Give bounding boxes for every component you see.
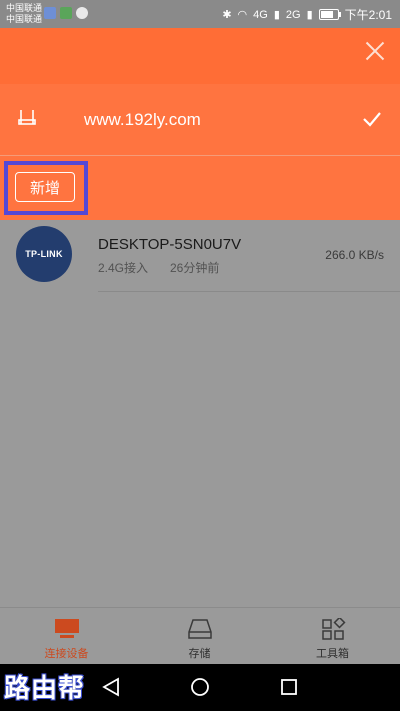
status-right: ✱ ◠ 4G ▮ 2G ▮ 下午2:01 xyxy=(222,6,392,23)
tab-label-storage: 存储 xyxy=(188,648,211,660)
back-icon[interactable] xyxy=(100,676,122,698)
list-divider xyxy=(98,291,400,292)
notification-icons xyxy=(44,7,88,19)
watermark-logo: 路由帮 xyxy=(4,673,86,703)
system-nav-bar: 路由帮 xyxy=(0,664,400,711)
device-connected-time: 26分钟前 xyxy=(170,261,220,275)
monitor-icon xyxy=(54,618,80,640)
panel-header xyxy=(0,28,400,84)
tab-storage[interactable]: 存储 xyxy=(133,608,266,665)
wifi-signal-icon: ◠ xyxy=(237,9,248,21)
tab-label-devices: 连接设备 xyxy=(44,648,89,660)
device-name: DESKTOP-5SN0U7V xyxy=(98,236,242,253)
tplink-logo: TP-LINK xyxy=(16,226,72,282)
router-icon xyxy=(18,108,36,126)
carrier-1: 中国联通 xyxy=(6,3,43,13)
wifi-network-row[interactable]: www.192ly.com xyxy=(0,84,400,156)
tab-connected-devices[interactable]: 连接设备 xyxy=(0,608,133,665)
signal-bars-icon-1: ▮ xyxy=(273,9,280,21)
device-list-item[interactable]: TP-LINK DESKTOP-5SN0U7V 2.4G接入 26分钟前 266… xyxy=(0,220,400,292)
recent-apps-icon[interactable] xyxy=(278,676,300,698)
tab-toolbox[interactable]: 工具箱 xyxy=(266,608,399,665)
add-button[interactable]: 新增 xyxy=(15,172,75,202)
network-4g-label: 4G xyxy=(253,8,268,21)
signal-bars-icon-2: ▮ xyxy=(306,9,313,21)
battery-icon xyxy=(318,9,341,20)
wifi-ssid: www.192ly.com xyxy=(84,110,201,129)
home-icon[interactable] xyxy=(189,676,211,698)
carrier-info: 中国联通 中国联通 xyxy=(6,3,42,25)
carrier-2: 中国联通 xyxy=(6,14,43,24)
wechat-icon xyxy=(76,7,88,19)
bluetooth-icon: ✱ xyxy=(222,9,232,21)
status-bar: 中国联通 中国联通 ✱ ◠ 4G ▮ 2G ▮ 下午2:01 xyxy=(0,0,400,28)
checkmark-icon xyxy=(362,109,382,129)
close-icon[interactable] xyxy=(364,40,386,62)
network-2g-label: 2G xyxy=(285,8,301,21)
device-band: 2.4G接入 xyxy=(98,261,149,275)
tab-label-toolbox: 工具箱 xyxy=(316,648,349,660)
device-speed: 266.0 KB/s xyxy=(325,248,384,262)
storage-icon xyxy=(187,618,213,640)
bottom-tab-bar: 连接设备 存储 工具箱 xyxy=(0,607,400,665)
toolbox-icon xyxy=(320,616,346,640)
status-time: 下午2:01 xyxy=(344,8,392,22)
app-notification-icon xyxy=(44,7,56,19)
shield-notification-icon xyxy=(60,7,72,19)
